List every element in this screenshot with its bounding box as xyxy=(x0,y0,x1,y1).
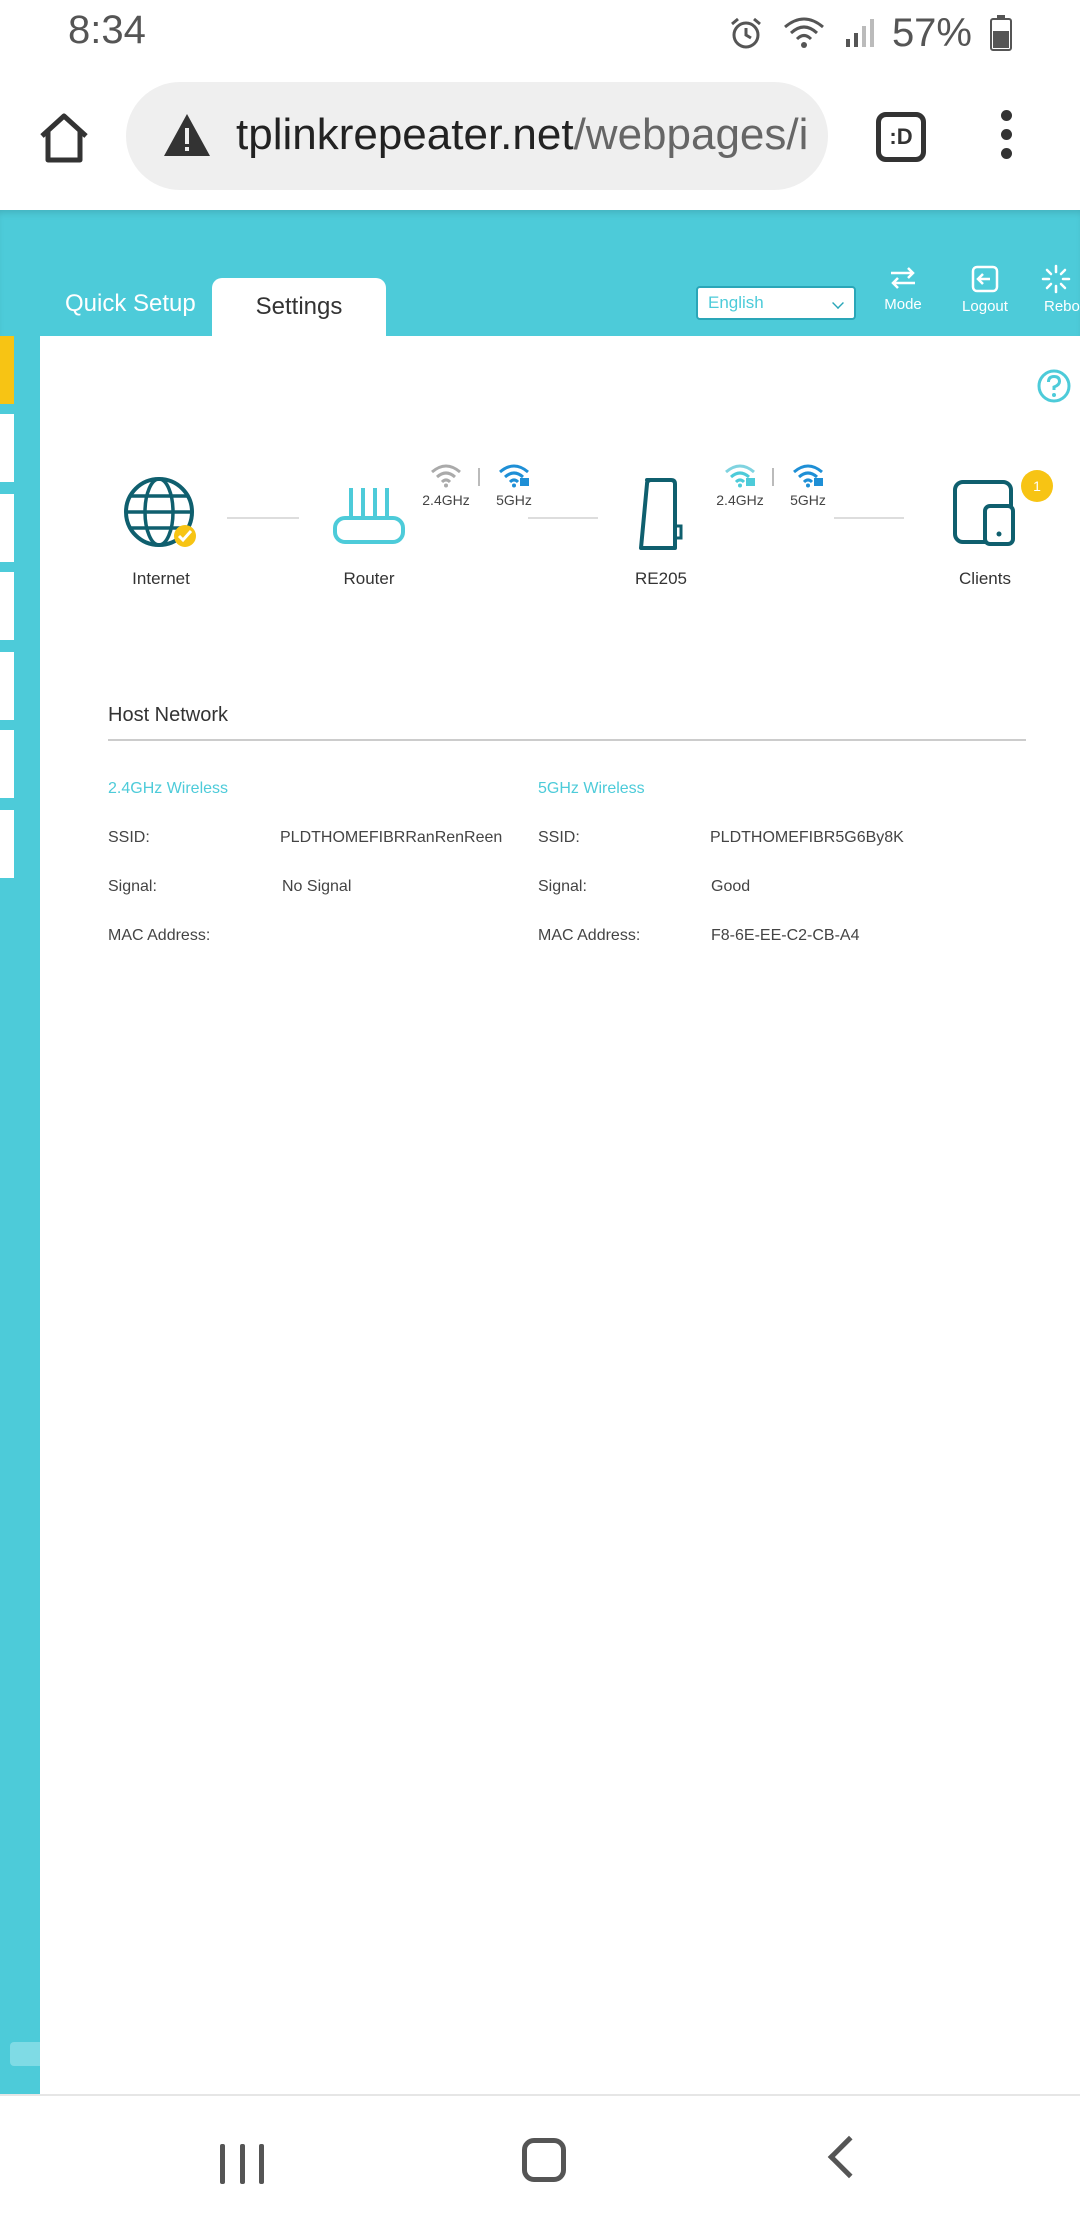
logout-icon xyxy=(971,265,999,293)
battery-level: 57% xyxy=(891,10,972,55)
logout-label: Logout xyxy=(962,298,1008,315)
wifi-icon xyxy=(431,464,461,488)
tab-settings[interactable]: Settings xyxy=(212,278,386,336)
repeater-icon xyxy=(639,478,683,550)
router-band-24[interactable]: 2.4GHz xyxy=(416,462,476,508)
router-label: Router xyxy=(343,569,395,588)
warning-icon[interactable] xyxy=(162,112,212,158)
sidebar-item[interactable] xyxy=(0,810,14,878)
status-time: 8:34 xyxy=(68,8,146,52)
devices-icon xyxy=(953,480,1015,546)
address-bar[interactable]: tplinkrepeater.net/webpages/i xyxy=(126,82,828,190)
repeater-band-5-label: 5GHz xyxy=(790,492,826,508)
signal-24-value: No Signal xyxy=(282,878,352,895)
tabs-button[interactable]: :D xyxy=(876,112,926,162)
wifi-lock-icon xyxy=(793,464,823,488)
sidebar xyxy=(0,336,40,2094)
link-repeater-clients xyxy=(834,517,904,519)
repeater-band-5[interactable]: 5GHz xyxy=(778,462,838,508)
sidebar-toggle[interactable] xyxy=(10,2042,40,2066)
ssid-label: SSID: xyxy=(108,829,150,846)
reboot-label: Reboo xyxy=(1044,298,1080,315)
mac-5-value: F8-6E-EE-C2-CB-A4 xyxy=(711,927,860,944)
wireless-5-title: 5GHz Wireless xyxy=(538,780,645,797)
signal-label: Signal: xyxy=(108,878,157,895)
browser-toolbar: tplinkrepeater.net/webpages/i :D xyxy=(0,66,1080,210)
reboot-button[interactable]: Reboo xyxy=(1032,264,1080,315)
ssid-label: SSID: xyxy=(538,829,580,846)
battery-icon xyxy=(990,15,1012,51)
app-header: Quick Setup Settings English Mode Logout… xyxy=(0,210,1080,336)
router-band-5[interactable]: 5GHz xyxy=(484,462,544,508)
internet-node[interactable]: Internet xyxy=(116,474,206,589)
router-band-5-label: 5GHz xyxy=(496,492,532,508)
language-value: English xyxy=(708,293,764,312)
sidebar-item[interactable] xyxy=(0,494,14,562)
ssid-5-value: PLDTHOMEFIBR5G6By8K xyxy=(710,829,904,846)
link-router-repeater xyxy=(528,517,598,519)
section-divider xyxy=(108,739,1026,741)
mac-label: MAC Address: xyxy=(538,927,641,944)
internet-label: Internet xyxy=(132,569,190,588)
url-path: /webpages/i xyxy=(573,110,809,159)
logout-button[interactable]: Logout xyxy=(950,264,1020,315)
recents-icon[interactable] xyxy=(220,2144,264,2184)
router-node[interactable]: Router xyxy=(324,474,414,589)
sidebar-item[interactable] xyxy=(0,572,14,640)
status-icons: 57% xyxy=(728,8,1012,58)
signal-label: Signal: xyxy=(538,878,587,895)
clients-count-badge: 1 xyxy=(1021,470,1053,502)
reboot-icon xyxy=(1041,264,1071,294)
sidebar-item-active[interactable] xyxy=(0,336,14,404)
wifi-icon xyxy=(783,17,824,48)
repeater-band-24-label: 2.4GHz xyxy=(716,492,764,508)
alarm-icon xyxy=(730,17,761,49)
sidebar-item[interactable] xyxy=(0,652,14,720)
mode-button[interactable]: Mode xyxy=(868,264,938,313)
wifi-lock-icon xyxy=(725,464,755,488)
tab-quick-setup[interactable]: Quick Setup xyxy=(65,290,196,318)
help-icon[interactable] xyxy=(1036,368,1072,404)
section-title: Host Network xyxy=(108,704,229,726)
chevron-down-icon xyxy=(832,297,844,309)
link-internet-router xyxy=(227,517,299,519)
router-icon xyxy=(333,488,405,544)
router-band-24-label: 2.4GHz xyxy=(422,492,470,508)
mode-label: Mode xyxy=(884,296,922,313)
globe-icon xyxy=(124,477,196,547)
sidebar-item[interactable] xyxy=(0,414,14,482)
clients-label: Clients xyxy=(959,569,1011,588)
band-separator xyxy=(772,468,774,486)
wireless-24-title: 2.4GHz Wireless xyxy=(108,780,229,797)
band-separator xyxy=(478,468,480,486)
back-icon[interactable] xyxy=(827,2135,871,2179)
repeater-band-24[interactable]: 2.4GHz xyxy=(710,462,770,508)
sidebar-item[interactable] xyxy=(0,730,14,798)
home-button[interactable] xyxy=(522,2138,566,2182)
system-nav-bar xyxy=(0,2094,1080,2220)
menu-icon[interactable] xyxy=(992,110,1020,166)
language-select[interactable]: English xyxy=(696,286,856,320)
signal-icon xyxy=(845,19,874,47)
main-content: Internet Router 2.4GHz 5GHz RE205 2.4GHz… xyxy=(40,336,1080,2094)
home-icon[interactable] xyxy=(36,110,92,166)
mode-icon xyxy=(891,267,915,289)
clients-node[interactable]: Clients xyxy=(940,474,1030,589)
wifi-lock-icon xyxy=(499,464,529,488)
repeater-node[interactable]: RE205 xyxy=(616,474,706,589)
status-bar: 8:34 57% xyxy=(0,0,1080,66)
signal-5-value: Good xyxy=(711,878,751,895)
mac-label: MAC Address: xyxy=(108,927,211,944)
repeater-label: RE205 xyxy=(635,569,687,588)
ssid-24-value: PLDTHOMEFIBRRanRenReen xyxy=(280,829,503,846)
url-text[interactable]: tplinkrepeater.net/webpages/i xyxy=(236,110,808,160)
url-domain: tplinkrepeater.net xyxy=(236,110,574,159)
